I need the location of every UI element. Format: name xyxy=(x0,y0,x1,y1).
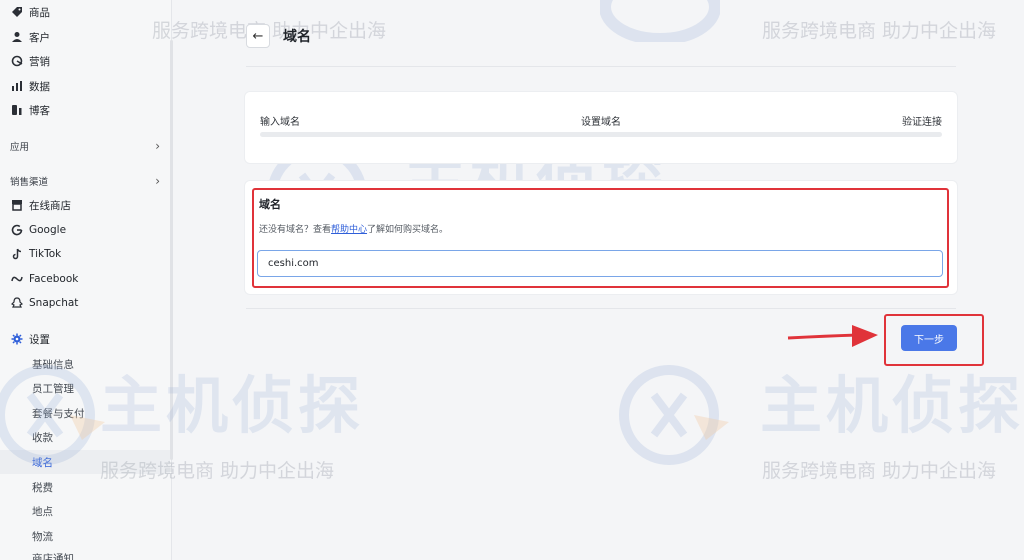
marketing-icon xyxy=(10,54,24,68)
sidebar-item-label: 商品 xyxy=(29,6,50,19)
settings-item-payments[interactable]: 收款 xyxy=(32,427,53,447)
meta-icon xyxy=(10,272,24,286)
back-button[interactable]: ← xyxy=(246,24,270,48)
step-setup-domain: 设置域名 xyxy=(581,117,621,128)
sidebar-item-label: Snapchat xyxy=(29,297,79,309)
header-divider xyxy=(246,66,956,67)
highlight-box-button xyxy=(884,314,984,366)
store-icon xyxy=(10,198,24,212)
section-label: 销售渠道 xyxy=(10,177,49,188)
sidebar-item-label: 客户 xyxy=(29,31,50,44)
arrow-left-icon: ← xyxy=(252,28,264,44)
settings-item-basic-info[interactable]: 基础信息 xyxy=(32,354,74,374)
steps-card: 输入域名 设置域名 验证连接 xyxy=(244,91,958,164)
sidebar-item-blog[interactable]: 博客 xyxy=(10,100,50,120)
chevron-right-icon: › xyxy=(155,139,160,153)
settings-item-taxes[interactable]: 税费 xyxy=(32,477,53,497)
step-enter-domain: 输入域名 xyxy=(260,117,300,128)
step-verify-connection: 验证连接 xyxy=(902,117,942,128)
blog-icon xyxy=(10,103,24,117)
sidebar: 商品 客户 营销 数据 博客 应用 › 销售渠道 › 在线商店 Google T… xyxy=(0,0,173,560)
page-title: 域名 xyxy=(283,29,311,45)
progress-track xyxy=(260,132,942,137)
sidebar-item-products[interactable]: 商品 xyxy=(10,2,50,22)
snapchat-icon xyxy=(10,296,24,310)
sidebar-item-facebook[interactable]: Facebook xyxy=(10,269,78,289)
sidebar-item-analytics[interactable]: 数据 xyxy=(10,76,50,96)
sidebar-item-label: Facebook xyxy=(29,273,79,285)
section-divider xyxy=(246,308,956,309)
user-icon xyxy=(10,30,24,44)
sidebar-item-google[interactable]: Google xyxy=(10,220,66,240)
settings-item-plan-billing[interactable]: 套餐与支付 xyxy=(32,403,85,423)
settings-item-locations[interactable]: 地点 xyxy=(32,501,53,521)
sidebar-item-label: 博客 xyxy=(29,104,50,117)
bar-chart-icon xyxy=(10,79,24,93)
section-label: 应用 xyxy=(10,142,30,153)
settings-item-domains[interactable]: 域名 xyxy=(32,452,53,472)
sidebar-item-label: 营销 xyxy=(29,55,50,68)
gear-icon xyxy=(10,332,24,346)
sidebar-item-label: Google xyxy=(29,224,67,236)
sidebar-section-apps[interactable]: 应用 › xyxy=(10,138,160,154)
sidebar-item-online-store[interactable]: 在线商店 xyxy=(10,195,71,215)
sidebar-item-label: 设置 xyxy=(29,333,50,346)
settings-item-notifications[interactable]: 商店通知 xyxy=(32,548,74,560)
sidebar-item-marketing[interactable]: 营销 xyxy=(10,51,50,71)
tiktok-icon xyxy=(10,247,24,261)
google-icon xyxy=(10,223,24,237)
settings-item-staff[interactable]: 员工管理 xyxy=(32,378,74,398)
sidebar-section-channels[interactable]: 销售渠道 › xyxy=(10,173,160,189)
sidebar-item-label: 在线商店 xyxy=(29,199,71,212)
settings-item-shipping[interactable]: 物流 xyxy=(32,526,53,546)
sidebar-item-label: 数据 xyxy=(29,80,50,93)
chevron-right-icon: › xyxy=(155,174,160,188)
sidebar-item-settings[interactable]: 设置 xyxy=(10,329,50,349)
sidebar-item-tiktok[interactable]: TikTok xyxy=(10,244,61,264)
highlight-box-form xyxy=(252,188,949,288)
sidebar-item-snapchat[interactable]: Snapchat xyxy=(10,293,78,313)
red-arrow-annotation-icon xyxy=(787,325,878,347)
active-item-highlight xyxy=(0,450,170,474)
sidebar-item-label: TikTok xyxy=(29,248,62,260)
tag-icon xyxy=(10,5,24,19)
sidebar-item-customers[interactable]: 客户 xyxy=(10,27,50,47)
